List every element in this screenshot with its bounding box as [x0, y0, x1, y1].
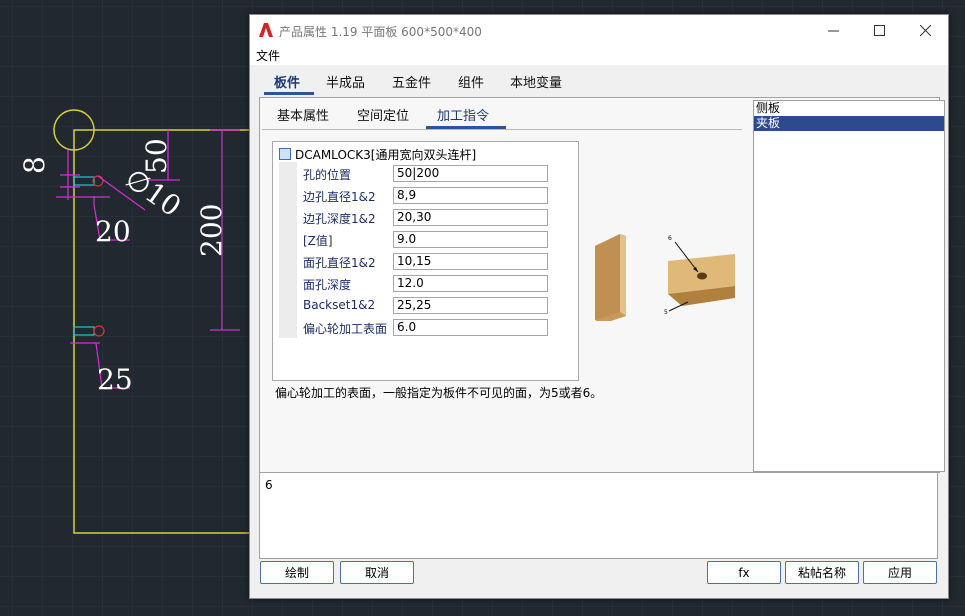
fx-button[interactable]: fx	[707, 561, 781, 584]
property-value-input[interactable]: 6.0	[393, 319, 548, 336]
tab-local-variables[interactable]: 本地变量	[510, 72, 562, 91]
row-gutter	[279, 272, 297, 294]
property-row: 偏心轮加工表面 6.0	[279, 316, 578, 338]
paste-name-button[interactable]: 粘帖名称	[785, 561, 859, 584]
property-row: 面孔深度 12.0	[279, 272, 578, 294]
autocad-a-icon	[259, 23, 273, 37]
tab-assembly[interactable]: 组件	[458, 72, 484, 91]
property-value-input[interactable]: 12.0	[393, 275, 548, 292]
property-label: Backset1&2	[303, 298, 376, 312]
row-gutter	[279, 228, 297, 250]
dim-text-200: 200	[195, 204, 228, 257]
cancel-button[interactable]: 取消	[340, 561, 414, 584]
property-row: [Z值] 9.0	[279, 228, 578, 250]
command-name: DCAMLOCK3[通用宽向双头连杆]	[295, 148, 477, 162]
minimize-icon	[827, 30, 839, 32]
list-item-clamp-panel[interactable]: 夹板	[754, 116, 944, 131]
property-label: 面孔深度	[303, 278, 352, 292]
subtab-separator	[262, 129, 742, 130]
row-gutter	[279, 184, 297, 206]
menu-file[interactable]: 文件	[256, 47, 280, 64]
row-gutter	[279, 162, 297, 184]
value-editor-text: 6	[265, 478, 273, 492]
subtab-spatial-position[interactable]: 空间定位	[357, 105, 409, 124]
panel-type-list[interactable]: 侧板 夹板	[753, 100, 945, 472]
main-panel: 基本属性 空间定位 加工指令 DCAMLOCK3[通用宽向双头连杆] 孔的位置 …	[259, 97, 945, 473]
tab-panel[interactable]: 板件	[274, 72, 300, 91]
property-value-input[interactable]: 20,30	[393, 209, 548, 226]
cam-lock-preview-image: 6 5	[595, 234, 735, 321]
preview-label-6: 6	[668, 235, 672, 242]
hint-text: 偏心轮加工的表面，一般指定为板件不可见的面，为5或者6。	[275, 386, 603, 400]
list-item-side-panel[interactable]: 侧板	[754, 101, 944, 116]
property-label: 孔的位置	[303, 168, 352, 182]
minimize-button[interactable]	[810, 15, 856, 46]
collapse-checkbox[interactable]	[279, 148, 291, 160]
dim-text-8: 8	[18, 156, 51, 174]
row-gutter	[279, 250, 297, 272]
row-gutter	[279, 316, 297, 338]
command-property-grid: DCAMLOCK3[通用宽向双头连杆] 孔的位置 50|200 边孔直径1&2 …	[272, 141, 579, 381]
product-properties-dialog: 产品属性 1.19 平面板 600*500*400 文件 板件 半成品 五金件 …	[249, 14, 949, 599]
property-value-input[interactable]: 9.0	[393, 231, 548, 248]
property-value-input[interactable]: 10,15	[393, 253, 548, 270]
draw-button[interactable]: 绘制	[260, 561, 334, 584]
close-button[interactable]	[902, 15, 948, 46]
dim-text-25: 25	[97, 363, 133, 396]
bore-hole-icon	[697, 272, 707, 280]
row-gutter	[279, 206, 297, 228]
active-subtab-indicator	[426, 126, 506, 129]
row-gutter	[279, 294, 297, 316]
title-bar[interactable]: 产品属性 1.19 平面板 600*500*400	[250, 15, 948, 46]
close-icon	[919, 25, 931, 36]
property-value-input[interactable]: 25,25	[393, 297, 548, 314]
property-label: 偏心轮加工表面	[303, 322, 388, 336]
property-label: 边孔直径1&2	[303, 190, 376, 204]
command-header[interactable]: DCAMLOCK3[通用宽向双头连杆]	[279, 146, 476, 163]
preview-label-5: 5	[664, 309, 668, 316]
tab-hardware[interactable]: 五金件	[392, 72, 431, 91]
property-value-input[interactable]: 8,9	[393, 187, 548, 204]
subtab-basic-properties[interactable]: 基本属性	[277, 105, 329, 124]
property-row: 边孔深度1&2 20,30	[279, 206, 578, 228]
maximize-icon	[873, 25, 885, 36]
property-label: 边孔深度1&2	[303, 212, 376, 226]
property-row: 面孔直径1&2 10,15	[279, 250, 578, 272]
value-editor[interactable]: 6	[259, 472, 938, 559]
property-label: [Z值]	[303, 234, 333, 248]
maximize-button[interactable]	[856, 15, 902, 46]
dim-text-20: 20	[95, 215, 131, 248]
property-value-input[interactable]: 50|200	[393, 165, 548, 182]
window-title: 产品属性 1.19 平面板 600*500*400	[279, 25, 482, 39]
property-row: 孔的位置 50|200	[279, 162, 578, 184]
apply-button[interactable]: 应用	[863, 561, 937, 584]
top-tab-bar: 板件 半成品 五金件 组件 本地变量	[250, 65, 948, 97]
subtab-machining-commands[interactable]: 加工指令	[437, 105, 489, 124]
property-row: 边孔直径1&2 8,9	[279, 184, 578, 206]
property-row: Backset1&2 25,25	[279, 294, 578, 316]
property-label: 面孔直径1&2	[303, 256, 376, 270]
active-tab-indicator	[264, 92, 314, 95]
tab-semi-finished[interactable]: 半成品	[326, 72, 365, 91]
menu-bar: 文件	[250, 46, 948, 65]
